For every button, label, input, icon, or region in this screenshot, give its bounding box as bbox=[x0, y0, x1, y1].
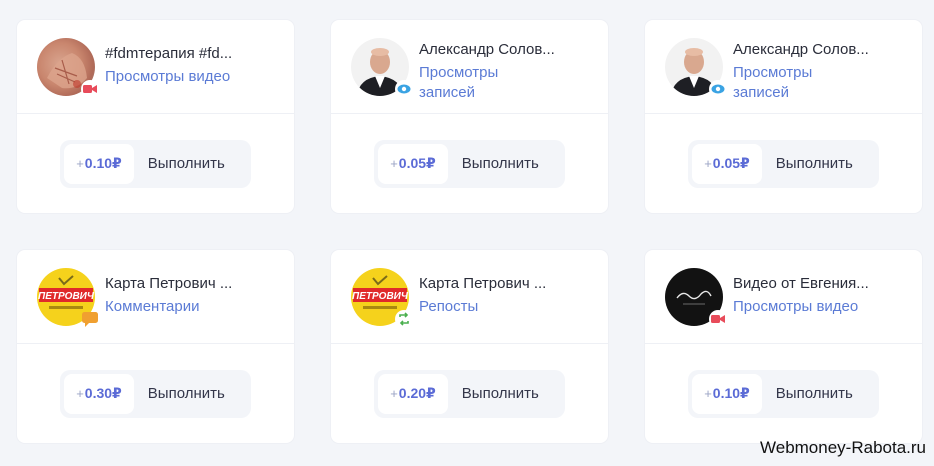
task-action: +0.10₽ Выполнить bbox=[688, 369, 879, 418]
eye-icon bbox=[709, 80, 727, 98]
avatar bbox=[665, 38, 727, 98]
avatar bbox=[351, 38, 413, 98]
task-price: +0.30₽ bbox=[64, 373, 134, 414]
avatar: ПЕТРОВИЧ bbox=[37, 268, 98, 327]
task-header: #fdmтерапия #fd... Просмотры видео bbox=[17, 20, 294, 114]
video-camera-icon bbox=[709, 310, 727, 328]
task-type: Репосты bbox=[419, 298, 479, 315]
task-price: +0.20₽ bbox=[378, 373, 448, 414]
task-type: Комментарии bbox=[105, 298, 200, 315]
task-card: ПЕТРОВИЧ Карта Петрович ... Репосты +0.2… bbox=[331, 250, 608, 443]
task-price: +0.10₽ bbox=[64, 143, 134, 184]
execute-button[interactable]: Выполнить bbox=[134, 385, 243, 402]
task-type: Просмотры видео bbox=[733, 298, 859, 315]
task-title[interactable]: Александр Солов... bbox=[419, 40, 579, 60]
execute-button[interactable]: Выполнить bbox=[134, 155, 243, 172]
execute-button[interactable]: Выполнить bbox=[762, 385, 871, 402]
task-action: +0.05₽ Выполнить bbox=[688, 139, 879, 188]
avatar bbox=[37, 38, 99, 98]
task-card: ПЕТРОВИЧ Карта Петрович ... Комментарии … bbox=[17, 250, 294, 443]
task-header: Видео от Евгения... Просмотры видео bbox=[645, 250, 922, 344]
task-title[interactable]: Видео от Евгения... bbox=[733, 274, 893, 294]
task-title[interactable]: Карта Петрович ... bbox=[105, 274, 265, 294]
watermark: Webmoney-Rabota.ru bbox=[760, 438, 926, 457]
task-header: Александр Солов... Просмотры записей bbox=[645, 20, 922, 114]
comment-icon bbox=[81, 310, 99, 328]
task-card: Александр Солов... Просмотры записей +0.… bbox=[331, 20, 608, 213]
task-type: Просмотры записей bbox=[419, 64, 499, 101]
task-header: ПЕТРОВИЧ Карта Петрович ... Комментарии bbox=[17, 250, 294, 344]
svg-text:ПЕТРОВИЧ: ПЕТРОВИЧ bbox=[38, 291, 95, 302]
task-price: +0.10₽ bbox=[692, 373, 762, 414]
task-grid: #fdmтерапия #fd... Просмотры видео +0.10… bbox=[17, 20, 922, 443]
task-action: +0.30₽ Выполнить bbox=[60, 369, 251, 418]
svg-text:ПЕТРОВИЧ: ПЕТРОВИЧ bbox=[352, 291, 409, 302]
eye-icon bbox=[395, 80, 413, 98]
task-price: +0.05₽ bbox=[692, 143, 762, 184]
task-action: +0.20₽ Выполнить bbox=[374, 369, 565, 418]
execute-button[interactable]: Выполнить bbox=[448, 155, 557, 172]
avatar: ПЕТРОВИЧ bbox=[351, 268, 413, 328]
task-card: Александр Солов... Просмотры записей +0.… bbox=[645, 20, 922, 213]
task-title[interactable]: Александр Солов... bbox=[733, 40, 893, 60]
task-card: Видео от Евгения... Просмотры видео +0.1… bbox=[645, 250, 922, 443]
task-action: +0.05₽ Выполнить bbox=[374, 139, 565, 188]
task-price: +0.05₽ bbox=[378, 143, 448, 184]
execute-button[interactable]: Выполнить bbox=[448, 385, 557, 402]
execute-button[interactable]: Выполнить bbox=[762, 155, 871, 172]
video-camera-icon bbox=[81, 80, 99, 98]
task-type: Просмотры видео bbox=[105, 68, 231, 85]
task-card: #fdmтерапия #fd... Просмотры видео +0.10… bbox=[17, 20, 294, 213]
task-header: ПЕТРОВИЧ Карта Петрович ... Репосты bbox=[331, 250, 608, 344]
task-title[interactable]: #fdmтерапия #fd... bbox=[105, 44, 265, 64]
repost-icon bbox=[395, 310, 413, 328]
avatar bbox=[665, 268, 727, 328]
task-header: Александр Солов... Просмотры записей bbox=[331, 20, 608, 114]
task-type: Просмотры записей bbox=[733, 64, 813, 101]
task-title[interactable]: Карта Петрович ... bbox=[419, 274, 579, 294]
task-action: +0.10₽ Выполнить bbox=[60, 139, 251, 188]
